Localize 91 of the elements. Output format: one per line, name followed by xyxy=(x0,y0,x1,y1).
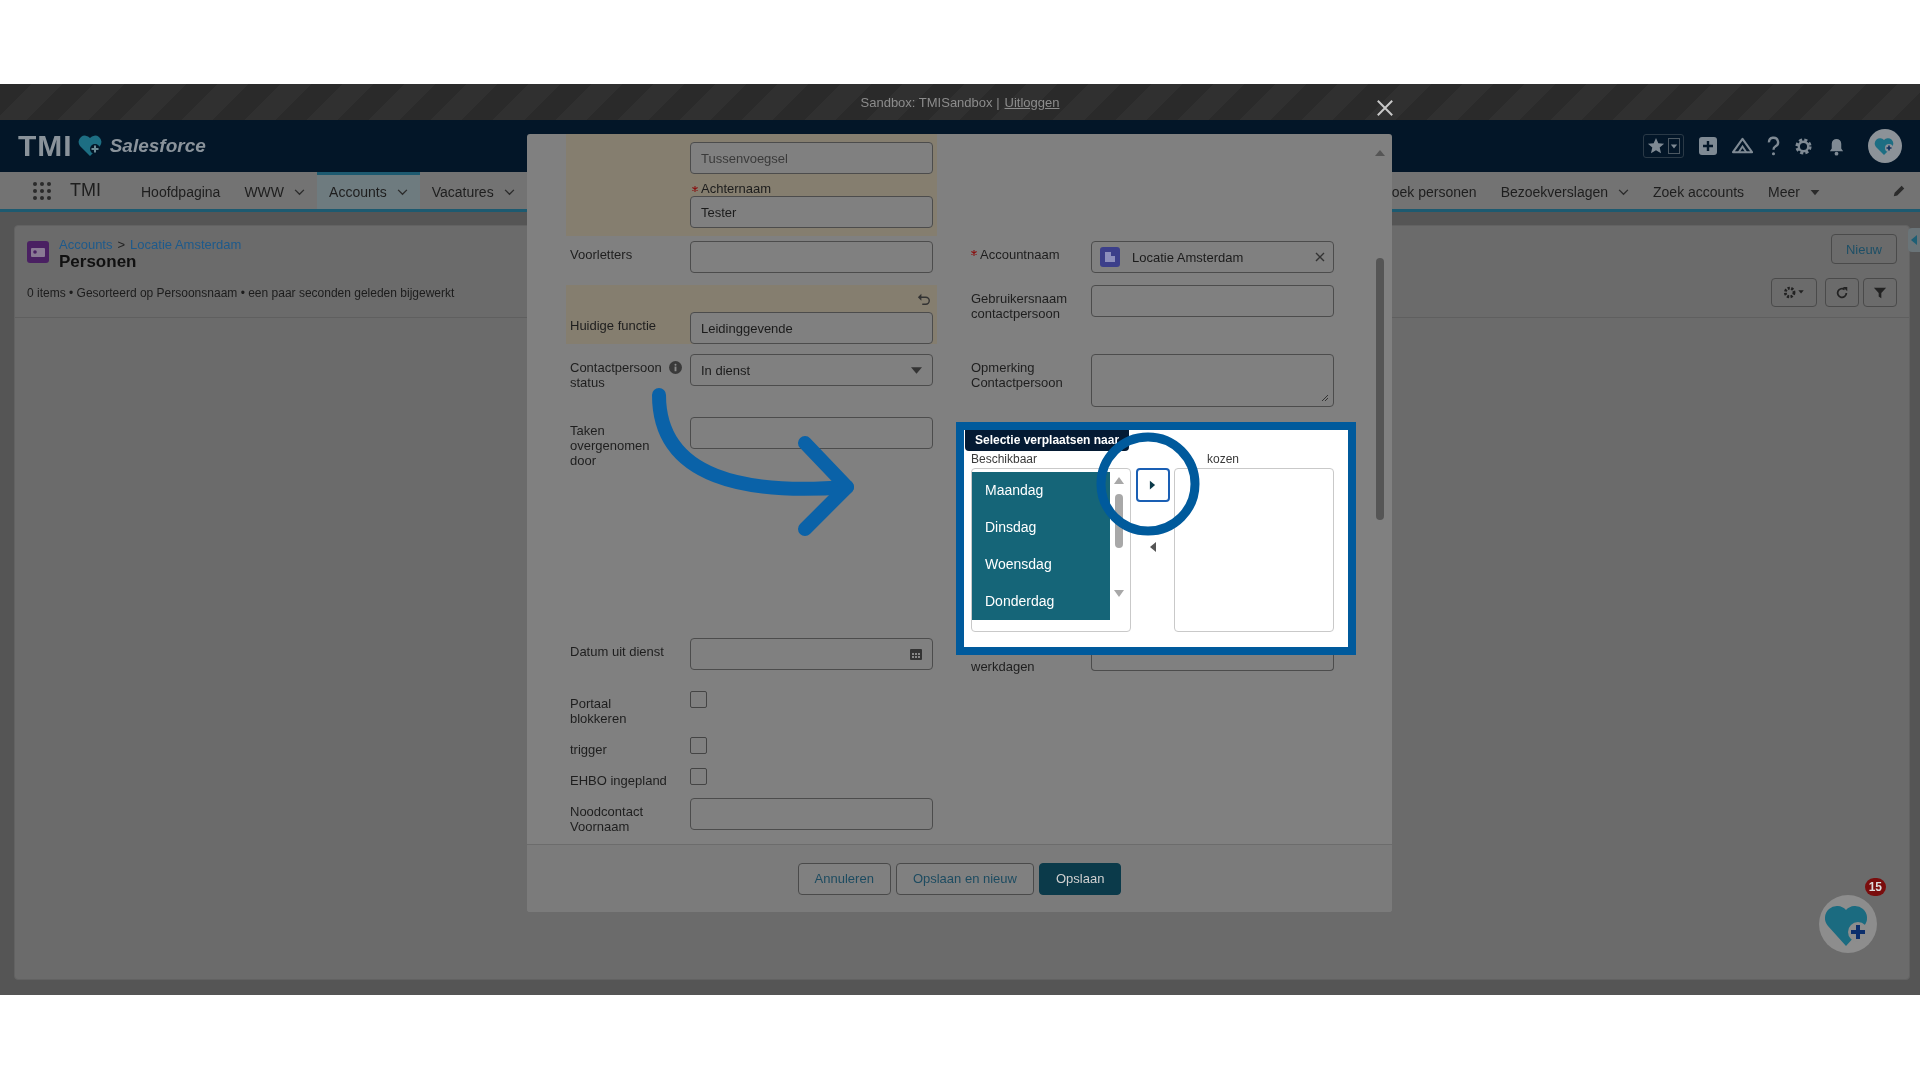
field-label: Gebruikersnaam contactpersoon xyxy=(971,291,1069,321)
text-field[interactable] xyxy=(690,417,933,449)
text-field[interactable]: Tussenvoegsel xyxy=(690,142,933,174)
nav-tab[interactable]: Accounts xyxy=(317,172,420,209)
avatar-icon[interactable] xyxy=(1868,129,1902,163)
text-field[interactable] xyxy=(690,798,933,830)
right-triangle-icon xyxy=(1149,480,1156,490)
lookup-field[interactable]: Locatie Amsterdam xyxy=(1091,241,1334,273)
select-field[interactable]: In dienst xyxy=(690,354,933,386)
field-label: Datum uit dienst xyxy=(570,644,664,659)
chevron-icon[interactable] xyxy=(396,188,408,196)
heart-plus-icon xyxy=(76,134,103,158)
nav-tab[interactable]: WWW xyxy=(232,172,318,209)
sandbox-label: Sandbox: TMISandbox | xyxy=(860,94,1000,110)
nav-tab[interactable]: Meer xyxy=(1756,172,1832,209)
settings-menu-button[interactable] xyxy=(1771,278,1817,307)
text-field[interactable]: Tester xyxy=(690,196,933,228)
checkbox[interactable] xyxy=(690,691,707,708)
nav-tab[interactable]: Vacatures xyxy=(419,172,527,209)
field-label: EHBO ingepland xyxy=(570,773,667,788)
field-label: Opmerking Contactpersoon xyxy=(971,360,1064,390)
pencil-icon[interactable] xyxy=(1892,183,1906,198)
date-field[interactable] xyxy=(690,638,933,670)
list-summary: 0 items • Gesorteerd op Persoonsnaam • een paar seconden geleden bijgewerkt xyxy=(27,285,455,300)
plus-icon[interactable] xyxy=(1698,136,1718,156)
left-triangle-icon xyxy=(1911,235,1917,245)
nav-tab[interactable]: Bezoekverslagen xyxy=(1488,172,1642,209)
star-icon[interactable] xyxy=(1647,137,1665,155)
footer-button[interactable]: Opslaan en nieuw xyxy=(895,862,1034,895)
list-label: Beschikbaar xyxy=(971,452,1039,466)
list-option[interactable]: Maandag xyxy=(972,472,1110,509)
logout-link[interactable]: Uitloggen xyxy=(1004,94,1060,110)
undo-icon[interactable] xyxy=(917,292,931,306)
settings-icon[interactable] xyxy=(1794,136,1813,156)
field-label: Noodcontact Voornaam xyxy=(570,804,644,834)
text-field[interactable] xyxy=(1091,285,1334,317)
bell-icon[interactable] xyxy=(1827,136,1846,156)
chevron-icon[interactable] xyxy=(503,188,515,196)
brand-name: Salesforce xyxy=(109,135,206,157)
contact-icon xyxy=(27,241,49,263)
text-field[interactable] xyxy=(1091,655,1334,671)
list-option[interactable]: Dinsdag xyxy=(972,509,1110,546)
tooltip: Selectie verplaatsen naar xyxy=(965,430,1130,451)
logo-text: TMI xyxy=(18,129,73,163)
caret-icon xyxy=(1670,142,1678,150)
field-label: Achternaam xyxy=(701,182,772,196)
checkbox[interactable] xyxy=(690,768,707,785)
heart-plus-button[interactable] xyxy=(1818,894,1878,954)
footer-button[interactable]: Annuleren xyxy=(797,862,891,895)
checkbox[interactable] xyxy=(690,737,707,754)
field-label: Huidige functie xyxy=(570,318,656,333)
refresh-button[interactable] xyxy=(1825,278,1859,307)
chevron-icon[interactable] xyxy=(1618,188,1630,196)
refresh-icon xyxy=(1835,285,1849,300)
text-field[interactable] xyxy=(690,241,933,273)
nav-tab[interactable]: Zoek accounts xyxy=(1641,172,1757,209)
filter-button[interactable] xyxy=(1863,278,1897,307)
list-option[interactable]: Woensdag xyxy=(972,546,1110,583)
caret-icon xyxy=(911,366,922,374)
caret-icon[interactable] xyxy=(1810,188,1820,196)
left-triangle-icon xyxy=(1149,542,1156,552)
field-label: trigger xyxy=(570,742,607,757)
building-icon xyxy=(1100,247,1120,267)
clear-icon[interactable] xyxy=(1315,252,1325,262)
nav-tab[interactable]: oek personen xyxy=(1391,172,1489,209)
nav-tab[interactable]: Hoofdpagina xyxy=(129,172,233,209)
field-label: werkdagen xyxy=(971,659,1035,674)
settings-icon xyxy=(1782,286,1806,299)
close-icon[interactable] xyxy=(1376,99,1394,117)
field-label: Voorletters xyxy=(570,247,633,262)
field-label: Accountnaam xyxy=(980,247,1060,262)
footer-button[interactable]: Opslaan xyxy=(1038,862,1122,895)
text-field[interactable]: Leidinggevende xyxy=(690,312,933,344)
favorites-menu-button[interactable] xyxy=(1668,138,1680,154)
app-name: TMI xyxy=(70,180,101,201)
chevron-icon[interactable] xyxy=(294,188,306,196)
field-label: Contactpersoon status xyxy=(570,360,663,390)
field-label: Portaal blokkeren xyxy=(570,696,628,726)
breadcrumb-separator: > xyxy=(117,237,126,252)
list-option[interactable]: Donderdag xyxy=(972,583,1110,620)
move-right-button[interactable] xyxy=(1135,468,1170,502)
help-icon[interactable] xyxy=(1767,136,1780,156)
calendar-icon xyxy=(910,648,922,660)
app-launcher-icon[interactable] xyxy=(32,180,52,201)
filter-icon xyxy=(1873,285,1887,300)
mountain-icon[interactable] xyxy=(1732,136,1753,156)
textarea-field[interactable] xyxy=(1091,354,1334,407)
resize-grip-icon[interactable] xyxy=(1321,394,1329,402)
field-label: Taken overgenomen door xyxy=(570,423,651,468)
page-title: Personen xyxy=(59,252,137,272)
list-label: kozen xyxy=(1207,452,1240,466)
